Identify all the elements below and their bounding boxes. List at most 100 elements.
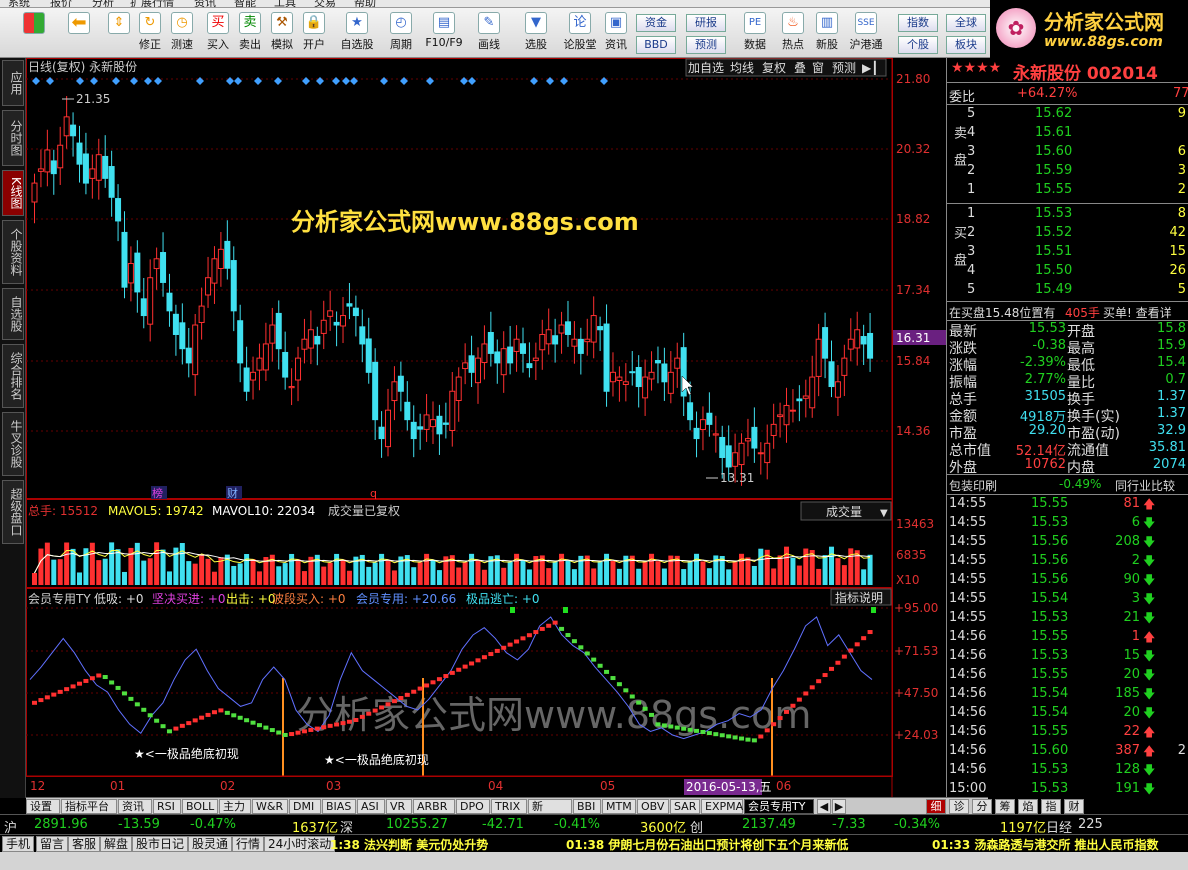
data-button[interactable]: PE 数据 [740,12,770,56]
sell-button[interactable]: 卖卖出 [236,12,264,56]
news-button[interactable]: ▣ 资讯 [602,12,630,56]
indicator-tab[interactable]: BIAS [322,799,356,814]
global-button[interactable]: 全球 [946,14,986,32]
ma-button[interactable]: 均线 [730,61,754,75]
research-button[interactable]: 研报 [686,14,726,32]
volume-select[interactable]: 成交量 [826,504,862,519]
tab-super-book[interactable]: 超级盘口 [2,480,24,544]
index-button[interactable]: 指数 [898,14,938,32]
overlay-button[interactable]: 叠 [794,61,806,75]
sell-price[interactable]: 15.62 [1035,106,1072,121]
commentary-button[interactable]: 解盘 [100,836,133,852]
menu-item[interactable]: 报价 [50,0,72,7]
tab-intraday[interactable]: 分时图 [2,110,24,166]
buy-price[interactable]: 15.52 [1035,225,1072,240]
tab-apps[interactable]: 应用 [2,60,24,106]
gulingtong-button[interactable]: 股灵通 [188,836,233,852]
tab-profile[interactable]: 个股资料 [2,220,24,284]
indicator-tab[interactable]: SAR [670,799,700,814]
side-tab[interactable]: 诊 [949,799,969,814]
menu-item[interactable]: 智能 [234,0,256,7]
sell-price[interactable]: 15.61 [1035,125,1072,140]
forum-button[interactable]: 论论股堂 [560,12,600,56]
menu-item[interactable]: 扩展行情 [130,0,174,7]
indicator-tab[interactable]: 主力 [219,799,251,814]
menu-item[interactable]: 分析 [92,0,114,7]
notice-link[interactable]: 买单! 查看详 [1103,304,1172,321]
hk-connect-button[interactable]: SSE 沪港通 [846,12,886,56]
sell-price[interactable]: 15.60 [1035,144,1072,159]
indicator-tab[interactable]: 会员专用TY [744,799,814,814]
quotes-button[interactable]: 行情 [232,836,265,852]
sell-price[interactable]: 15.55 [1035,182,1072,197]
f10-button[interactable]: ▤ F10/F9 [424,12,464,56]
pick-stock-button[interactable]: ▼ 选股 [518,12,554,56]
tab-watchlist[interactable]: 自选股 [2,288,24,340]
sector-name[interactable]: 包装印刷 [949,477,997,494]
indicator-tab[interactable]: W&R [252,799,288,814]
speed-test-button[interactable]: ◷ 测速 [168,12,196,56]
menu-item[interactable]: 系统 [8,0,30,7]
menu-item[interactable]: 资讯 [194,0,216,7]
mobile-button[interactable]: 手机 [2,836,35,852]
news-item[interactable]: 01:33 汤森路透与港交所 推出人民币指数 [932,836,1159,853]
tab-kline[interactable]: K线图 [2,170,24,216]
indicator-tab[interactable]: OBV [637,799,669,814]
indicator-tab[interactable]: 设置 [26,799,60,814]
indicator-tab[interactable]: BOLL [182,799,218,814]
diary-button[interactable]: 股市日记 [132,836,189,852]
indicator-tab[interactable]: DPO [456,799,490,814]
indicator-tab[interactable]: EXPMA [701,799,743,814]
period-button[interactable]: ◴ 周期 [382,12,420,56]
draw-button[interactable]: ✎ 画线 [470,12,508,56]
side-tab[interactable]: 焰 [1018,799,1038,814]
buy-price[interactable]: 15.53 [1035,206,1072,221]
new-stock-button[interactable]: ▥ 新股 [812,12,842,56]
indicator-tab[interactable]: DMI [289,799,321,814]
indicator-help-button[interactable]: 指标说明 [835,590,883,605]
forecast-button[interactable]: 预测 [686,36,726,54]
news-item[interactable]: 1:38 法兴判断 美元仍处升势 [330,836,488,853]
buy-price[interactable]: 15.51 [1035,244,1072,259]
service-button[interactable]: 客服 [68,836,101,852]
predict-button[interactable]: 预测 [832,61,856,75]
side-tab[interactable]: 细 [926,799,946,814]
news-item[interactable]: 01:38 伊朗七月份石油出口预计将创下五个月来新低 [566,836,848,853]
buy-button[interactable]: 买买入 [204,12,232,56]
fix-button[interactable]: ↻ 修正 [136,12,164,56]
menu-item[interactable]: 交易 [314,0,336,7]
buy-price[interactable]: 15.50 [1035,263,1072,278]
indicator-tab[interactable]: MTM [602,799,636,814]
tab-diagnosis[interactable]: 牛叉诊股 [2,412,24,476]
tab-ranking[interactable]: 综合排名 [2,344,24,408]
side-tab[interactable]: 指 [1041,799,1061,814]
buy-price[interactable]: 15.49 [1035,282,1072,297]
watchlist-button[interactable]: ★ 自选股 [338,12,376,56]
chart-area[interactable]: 日线(复权) 永新股份 加自选 均线 复权 叠 窗 预测 ▶┃ 21.80 20… [26,58,946,798]
message-button[interactable]: 留言 [36,836,69,852]
window-button[interactable]: 窗 [812,61,824,75]
side-tab[interactable]: 筹 [995,799,1015,814]
rolling-button[interactable]: 24小时滚动 [264,836,336,852]
menu-item[interactable]: 帮助 [354,0,376,7]
indicator-tab[interactable]: 指标平台 [61,799,117,814]
indicator-tab[interactable]: ARBR [413,799,455,814]
compare-link[interactable]: 同行业比较 [1115,477,1175,494]
capital-button[interactable]: 资金 [636,14,676,32]
indicator-tab[interactable]: VR [386,799,412,814]
sector-button[interactable]: 板块 [946,36,986,54]
bbd-button[interactable]: BBD [636,36,676,54]
indicator-tab[interactable]: RSI [153,799,181,814]
side-tab[interactable]: 分 [972,799,992,814]
indicator-tab[interactable]: TRIX [491,799,527,814]
stock-button[interactable]: 个股 [898,36,938,54]
layout-button[interactable] [18,12,50,56]
arrow-right-icon[interactable]: ▶┃ [862,60,878,75]
indicator-tab[interactable]: BBI [573,799,601,814]
menu-item[interactable]: 工具 [274,0,296,7]
side-tab[interactable]: 财 [1064,799,1084,814]
add-watch-button[interactable]: 加自选 [688,61,724,75]
indicator-tab[interactable]: ASI [357,799,385,814]
indicator-tab[interactable]: 资讯 [118,799,152,814]
simulate-button[interactable]: ⚒ 模拟 [268,12,296,56]
